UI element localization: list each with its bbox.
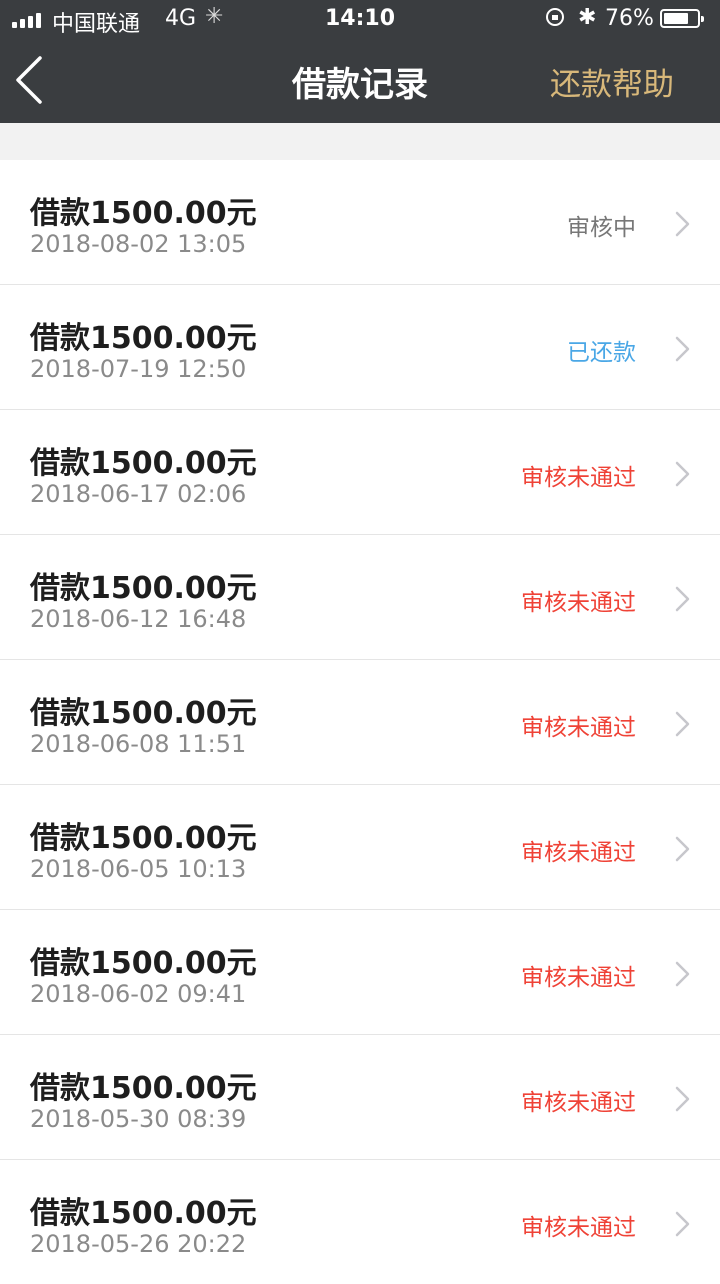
repayment-help-button[interactable]: 还款帮助	[550, 59, 674, 104]
loan-date: 2018-06-02 09:41	[30, 980, 247, 1008]
loan-date: 2018-08-02 13:05	[30, 230, 247, 258]
chevron-right-icon	[675, 961, 690, 987]
loan-record-row[interactable]: 借款1500.00元 2018-06-08 11:51 审核未通过	[0, 660, 720, 785]
loan-record-row[interactable]: 借款1500.00元 2018-05-26 20:22 审核未通过	[0, 1160, 720, 1284]
rotation-lock-icon	[546, 8, 564, 26]
loan-date: 2018-06-17 02:06	[30, 480, 247, 508]
battery-icon	[660, 9, 704, 28]
chevron-right-icon	[675, 711, 690, 737]
loan-date: 2018-06-12 16:48	[30, 605, 247, 633]
chevron-right-icon	[675, 586, 690, 612]
chevron-right-icon	[675, 461, 690, 487]
loan-record-row[interactable]: 借款1500.00元 2018-06-12 16:48 审核未通过	[0, 535, 720, 660]
loan-status: 审核未通过	[521, 1215, 636, 1241]
loan-status: 审核中	[567, 215, 636, 241]
loan-amount: 借款1500.00元	[30, 696, 257, 731]
loan-date: 2018-05-26 20:22	[30, 1230, 247, 1258]
loan-amount: 借款1500.00元	[30, 821, 257, 856]
loan-amount: 借款1500.00元	[30, 1196, 257, 1231]
loan-status: 审核未通过	[521, 715, 636, 741]
top-bar: 中国联通 4G ✳ 14:10 ✱ 76% 借款记录 还款帮助	[0, 0, 720, 123]
loan-date: 2018-05-30 08:39	[30, 1105, 247, 1133]
chevron-right-icon	[675, 336, 690, 362]
loan-record-row[interactable]: 借款1500.00元 2018-05-30 08:39 审核未通过	[0, 1035, 720, 1160]
loan-status: 已还款	[567, 340, 636, 366]
loan-amount: 借款1500.00元	[30, 196, 257, 231]
chevron-right-icon	[675, 1086, 690, 1112]
loan-record-row[interactable]: 借款1500.00元 2018-06-02 09:41 审核未通过	[0, 910, 720, 1035]
loan-status: 审核未通过	[521, 590, 636, 616]
chevron-right-icon	[675, 211, 690, 237]
loan-record-row[interactable]: 借款1500.00元 2018-07-19 12:50 已还款	[0, 285, 720, 410]
loan-date: 2018-07-19 12:50	[30, 355, 247, 383]
loan-record-row[interactable]: 借款1500.00元 2018-06-05 10:13 审核未通过	[0, 785, 720, 910]
status-bar: 中国联通 4G ✳ 14:10 ✱ 76%	[0, 0, 720, 40]
loan-status: 审核未通过	[521, 465, 636, 491]
loan-record-row[interactable]: 借款1500.00元 2018-08-02 13:05 审核中	[0, 160, 720, 285]
loan-amount: 借款1500.00元	[30, 946, 257, 981]
chevron-right-icon	[675, 836, 690, 862]
loan-date: 2018-06-08 11:51	[30, 730, 247, 758]
loan-amount: 借款1500.00元	[30, 571, 257, 606]
loan-record-row[interactable]: 借款1500.00元 2018-06-17 02:06 审核未通过	[0, 410, 720, 535]
loan-amount: 借款1500.00元	[30, 321, 257, 356]
loan-amount: 借款1500.00元	[30, 446, 257, 481]
loan-status: 审核未通过	[521, 965, 636, 991]
loan-record-list: 借款1500.00元 2018-08-02 13:05 审核中 借款1500.00元 2…	[0, 160, 720, 1284]
back-icon[interactable]	[12, 54, 58, 106]
chevron-right-icon	[675, 1211, 690, 1237]
battery-percent: 76%	[605, 6, 654, 31]
loan-status: 审核未通过	[521, 1090, 636, 1116]
loan-amount: 借款1500.00元	[30, 1071, 257, 1106]
loan-status: 审核未通过	[521, 840, 636, 866]
loan-date: 2018-06-05 10:13	[30, 855, 247, 883]
nav-bar: 借款记录 还款帮助	[0, 40, 720, 123]
list-spacer	[0, 123, 720, 160]
bluetooth-icon: ✱	[578, 5, 597, 30]
